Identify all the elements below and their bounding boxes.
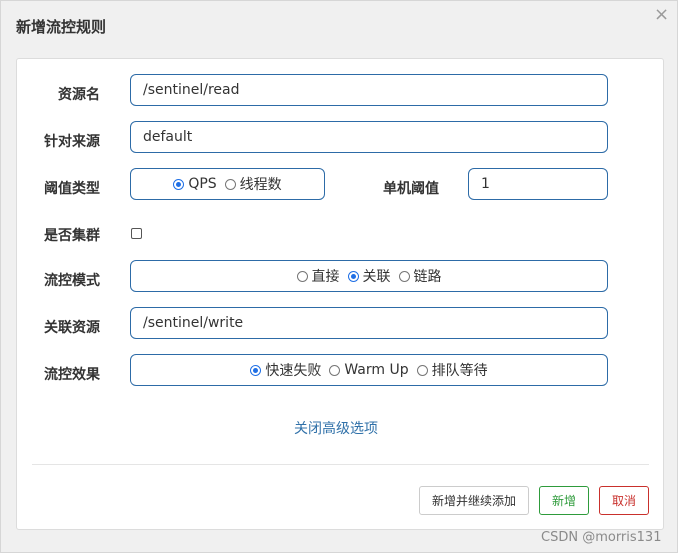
source-field[interactable] [130, 121, 608, 153]
ref-resource-label: 关联资源 [44, 320, 100, 336]
flow-rule-dialog: 新增流控规则 × 资源名 针对来源 阈值类型 QPS 线程数 [0, 0, 678, 553]
mode-direct-radio[interactable] [296, 270, 308, 282]
mode-relate-text: 关联 [362, 269, 391, 285]
form-panel: 资源名 针对来源 阈值类型 QPS 线程数 单机阈值 [16, 58, 664, 530]
mode-direct-text: 直接 [311, 269, 340, 285]
mode-chain-option[interactable]: 链路 [398, 266, 442, 286]
threshold-type-qps-radio[interactable] [173, 178, 185, 190]
close-advanced-options-link[interactable]: 关闭高级选项 [294, 418, 378, 438]
cancel-button[interactable]: 取消 [599, 486, 649, 515]
single-threshold-label: 单机阈值 [383, 181, 439, 197]
threshold-type-group: QPS 线程数 [130, 168, 325, 200]
cluster-label: 是否集群 [44, 228, 100, 244]
effect-warmup-option[interactable]: Warm Up [329, 362, 409, 378]
effect-queue-text: 排队等待 [431, 363, 488, 379]
effect-fast-fail-text: 快速失败 [265, 363, 322, 379]
mode-chain-radio[interactable] [398, 270, 410, 282]
effect-group: 快速失败 Warm Up 排队等待 [130, 354, 608, 386]
mode-direct-option[interactable]: 直接 [296, 266, 340, 286]
mode-group: 直接 关联 链路 [130, 260, 608, 292]
effect-queue-radio[interactable] [416, 364, 428, 376]
effect-queue-option[interactable]: 排队等待 [416, 360, 488, 380]
resource-input[interactable] [131, 75, 607, 105]
effect-fast-fail-radio[interactable] [250, 364, 262, 376]
single-threshold-input[interactable] [469, 169, 607, 199]
add-and-continue-button[interactable]: 新增并继续添加 [419, 486, 529, 515]
resource-field[interactable] [130, 74, 608, 106]
effect-warmup-text: Warm Up [344, 362, 409, 378]
mode-chain-text: 链路 [413, 269, 442, 285]
mode-label: 流控模式 [44, 273, 100, 289]
threshold-type-qps-option[interactable]: QPS [173, 176, 217, 192]
mode-relate-radio[interactable] [347, 270, 359, 282]
source-label: 针对来源 [44, 134, 100, 150]
threshold-type-label: 阈值类型 [44, 181, 100, 197]
cluster-checkbox[interactable] [131, 228, 142, 239]
source-input[interactable] [131, 122, 607, 152]
resource-label: 资源名 [58, 87, 100, 103]
mode-relate-option[interactable]: 关联 [347, 266, 391, 286]
threshold-type-thread-text: 线程数 [239, 177, 282, 193]
add-button[interactable]: 新增 [539, 486, 589, 515]
threshold-type-thread-radio[interactable] [224, 178, 236, 190]
dialog-title: 新增流控规则 [16, 18, 107, 36]
single-threshold-field[interactable] [468, 168, 608, 200]
effect-fast-fail-option[interactable]: 快速失败 [250, 360, 321, 380]
threshold-type-thread-option[interactable]: 线程数 [224, 174, 282, 194]
ref-resource-input[interactable] [131, 308, 607, 338]
ref-resource-field[interactable] [130, 307, 608, 339]
effect-label: 流控效果 [44, 367, 100, 383]
watermark: CSDN @morris131 [541, 530, 662, 545]
footer-divider [32, 464, 649, 465]
threshold-type-qps-text: QPS [188, 176, 217, 192]
close-icon[interactable]: × [654, 5, 669, 25]
effect-warmup-radio[interactable] [329, 364, 341, 376]
